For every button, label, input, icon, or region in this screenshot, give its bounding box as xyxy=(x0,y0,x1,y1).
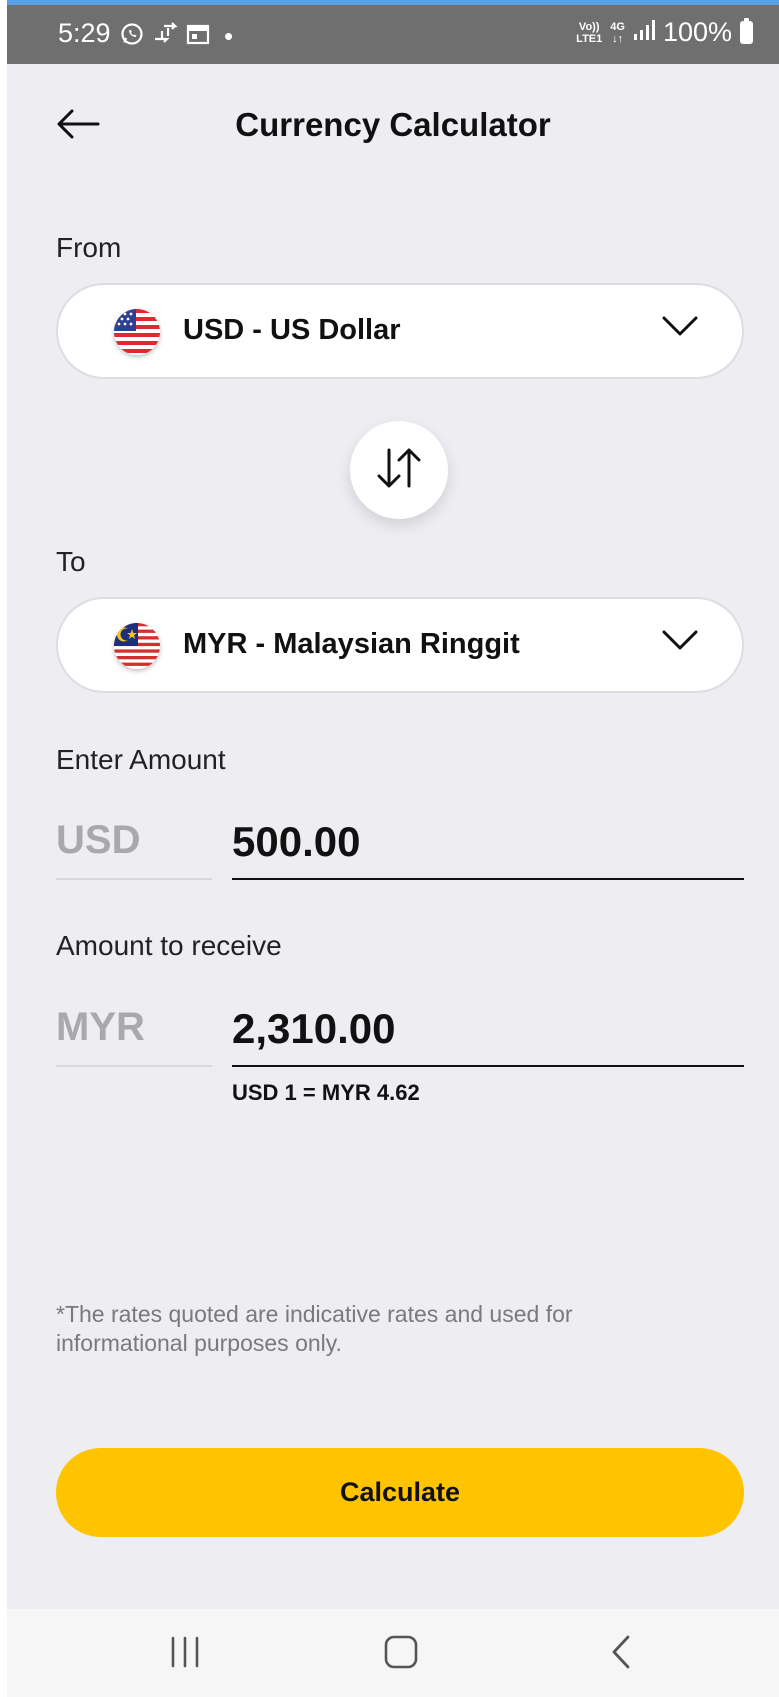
from-label: From xyxy=(56,232,122,263)
source-currency-code: USD xyxy=(56,808,212,880)
exchange-rate-text: USD 1 = MYR 4.62 xyxy=(232,1080,420,1105)
received-amount-value: 2,310.00 xyxy=(232,995,744,1067)
home-button[interactable] xyxy=(371,1633,431,1675)
status-icons-left: • xyxy=(120,21,233,52)
chevron-down-icon xyxy=(662,629,698,656)
calendar-icon xyxy=(186,22,210,51)
amount-input[interactable]: 500.00 xyxy=(232,808,744,880)
us-flag-icon xyxy=(114,309,160,355)
enter-amount-label: Enter Amount xyxy=(56,744,226,775)
whatsapp-icon xyxy=(120,22,144,51)
status-time: 5:29 xyxy=(58,18,111,48)
recent-apps-icon xyxy=(168,1636,202,1673)
status-bar: 5:29 • Vo)) LTE1 4G ↓↑ 100% xyxy=(7,5,779,64)
signal-icon xyxy=(633,17,655,48)
malaysia-flag-icon xyxy=(114,623,160,669)
chevron-down-icon xyxy=(662,315,698,342)
home-icon xyxy=(384,1635,418,1674)
recent-apps-button[interactable] xyxy=(155,1633,215,1675)
transfer-icon xyxy=(152,22,178,51)
notification-dot: • xyxy=(224,21,234,51)
to-currency-select[interactable]: MYR - Malaysian Ringgit xyxy=(56,597,744,693)
currency-calculator-screen: Currency Calculator From USD - US Dollar… xyxy=(7,64,779,1609)
battery-percentage: 100% xyxy=(662,17,732,47)
network-type-indicator: 4G ↓↑ xyxy=(610,20,625,45)
to-label: To xyxy=(56,546,86,577)
volte-indicator: Vo)) LTE1 xyxy=(576,20,603,45)
amount-to-receive-label: Amount to receive xyxy=(56,930,282,961)
swap-currencies-button[interactable] xyxy=(350,421,448,519)
swap-arrows-icon xyxy=(373,446,425,495)
data-arrows-icon: ↓↑ xyxy=(612,32,624,45)
disclaimer-text: *The rates quoted are indicative rates a… xyxy=(56,1301,573,1356)
left-edge xyxy=(0,0,7,1697)
system-nav-bar xyxy=(7,1609,779,1697)
from-currency-text: USD - US Dollar xyxy=(183,314,401,346)
back-icon xyxy=(609,1635,633,1674)
to-currency-text: MYR - Malaysian Ringgit xyxy=(183,628,520,660)
calculate-button[interactable]: Calculate xyxy=(56,1448,744,1537)
nav-back-button[interactable] xyxy=(591,1633,651,1675)
page-title: Currency Calculator xyxy=(235,106,551,143)
status-icons-right: Vo)) LTE1 4G ↓↑ 100% xyxy=(576,17,753,48)
battery-icon xyxy=(740,18,753,44)
from-currency-select[interactable]: USD - US Dollar xyxy=(56,283,744,379)
target-currency-code: MYR xyxy=(56,995,212,1067)
